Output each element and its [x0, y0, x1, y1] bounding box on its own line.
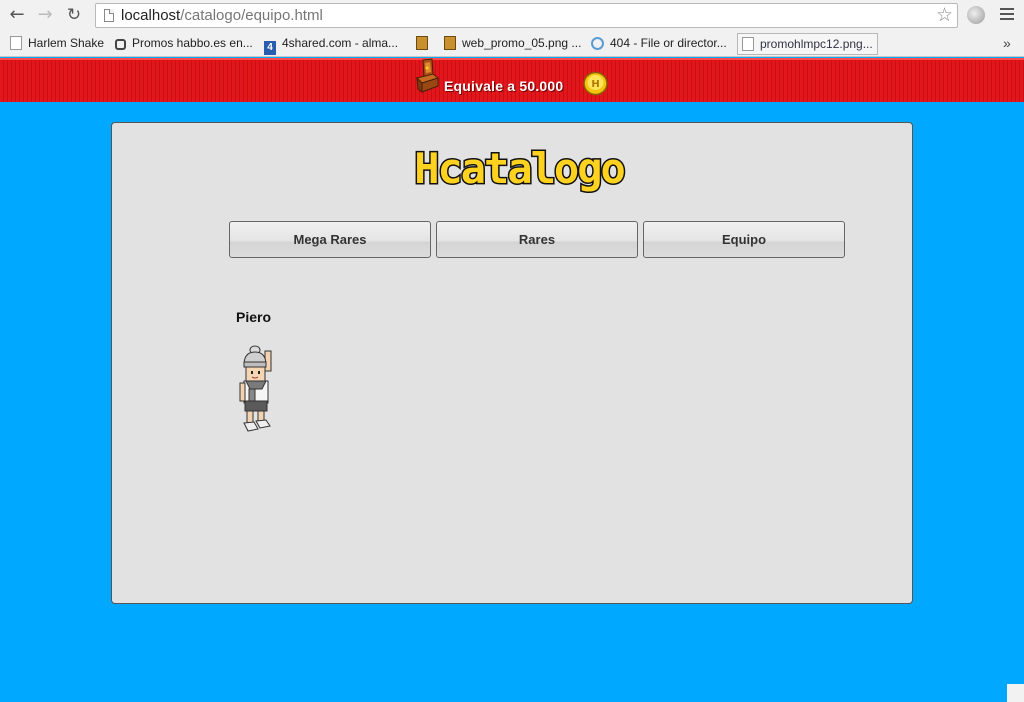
bookmark-item-active[interactable]: promohlmpc12.png...: [737, 33, 878, 55]
page-icon: [10, 36, 22, 50]
extension-icon[interactable]: [967, 6, 985, 24]
bookmark-item[interactable]: Harlem Shake: [10, 35, 104, 53]
catalog-logo: Hcatalogo: [413, 143, 628, 195]
svg-text:Hcatalogo: Hcatalogo: [414, 144, 624, 193]
forward-arrow-icon[interactable]: →: [34, 4, 56, 26]
bookmark-item[interactable]: 4 4shared.com - alma...: [264, 35, 398, 55]
address-bar[interactable]: localhost/catalogo/equipo.html ☆: [95, 3, 958, 28]
catalog-panel: Hcatalogo Mega Rares Rares Equipo Piero: [111, 122, 913, 604]
svg-text:H: H: [591, 79, 599, 90]
member-name: Piero: [236, 309, 272, 325]
menu-icon[interactable]: [1000, 8, 1014, 23]
resize-corner: [1007, 684, 1024, 702]
avatar: [239, 345, 272, 432]
box-icon: [416, 36, 428, 50]
bookmark-item[interactable]: Promos habbo.es en...: [115, 35, 253, 53]
bookmark-item[interactable]: web_promo_05.png ...: [444, 35, 581, 53]
back-arrow-icon[interactable]: ←: [6, 4, 28, 26]
sync-icon: [591, 37, 604, 50]
bookmark-star-icon[interactable]: ☆: [936, 4, 953, 26]
gear-icon: [115, 39, 126, 50]
tab-rares[interactable]: Rares: [436, 221, 638, 258]
banner-text: Equivale a 50.000: [444, 78, 564, 94]
tab-mega-rares[interactable]: Mega Rares: [229, 221, 431, 258]
throne-chair-icon: [416, 58, 440, 93]
url-text[interactable]: localhost/catalogo/equipo.html: [121, 7, 323, 24]
browser-toolbar: ← → ↻ localhost/catalogo/equipo.html ☆: [0, 0, 1024, 31]
page-icon: [742, 37, 754, 51]
reload-icon[interactable]: ↻: [63, 4, 85, 26]
tab-equipo[interactable]: Equipo: [643, 221, 845, 258]
bookmark-item[interactable]: 404 - File or director...: [591, 35, 727, 53]
4shared-icon: 4: [264, 41, 276, 55]
bookmarks-bar: Harlem Shake Promos habbo.es en... 4 4sha…: [0, 31, 1024, 57]
coin-icon: H: [583, 71, 608, 96]
page-icon: [104, 9, 114, 22]
bookmarks-overflow-button[interactable]: »: [1003, 35, 1011, 51]
box-icon: [444, 36, 456, 50]
bookmark-item[interactable]: [416, 35, 434, 53]
